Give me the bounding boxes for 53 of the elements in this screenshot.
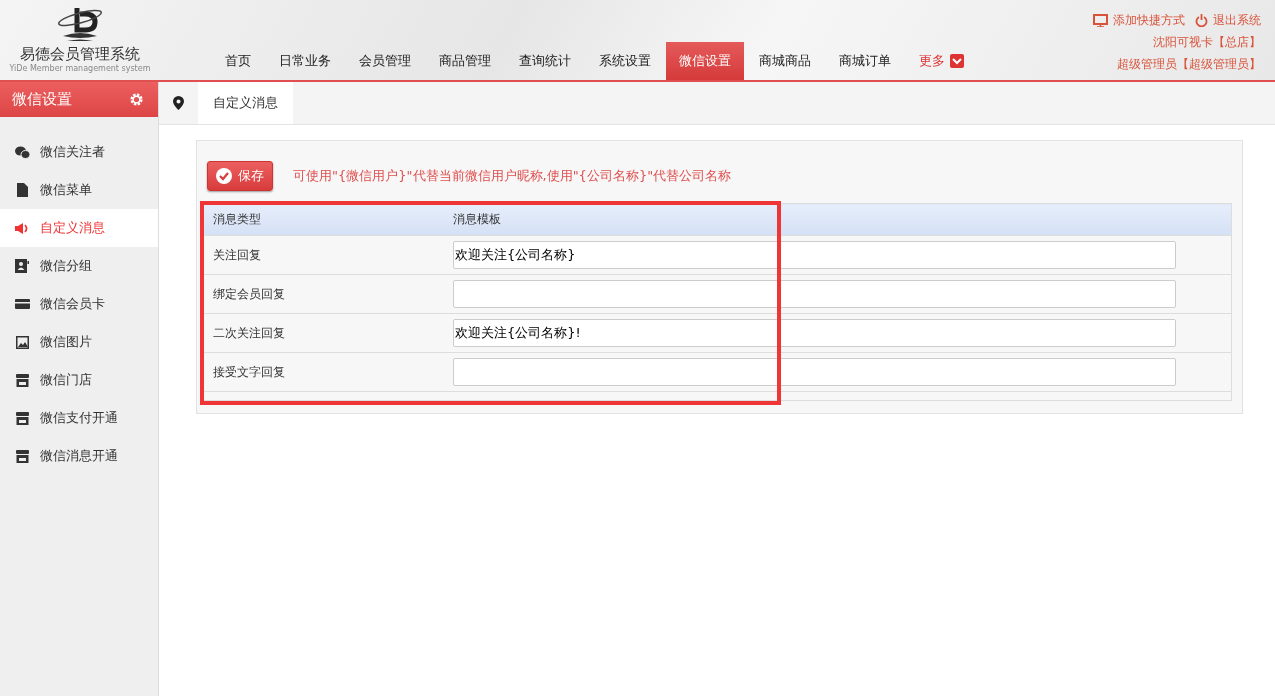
shortcut-link[interactable]: 添加快捷方式 bbox=[1093, 12, 1185, 29]
settings-icon[interactable] bbox=[129, 92, 144, 107]
template-field[interactable] bbox=[453, 280, 1176, 308]
template-field[interactable]: 欢迎关注{公司名称}! bbox=[453, 319, 1176, 347]
nav-tab[interactable]: 商品管理 bbox=[426, 42, 504, 80]
save-button[interactable]: 保存 bbox=[207, 161, 273, 191]
nav-tab[interactable]: 商城订单 bbox=[826, 42, 904, 80]
page-tab[interactable]: 自定义消息 bbox=[198, 82, 293, 124]
store-icon bbox=[14, 411, 30, 425]
location-pin-icon bbox=[173, 96, 184, 110]
sidebar-item[interactable]: 微信门店 bbox=[0, 361, 158, 399]
sidebar-item[interactable]: 微信消息开通 bbox=[0, 437, 158, 475]
chevron-down-icon bbox=[950, 54, 964, 68]
table-cell: 关注回复 bbox=[202, 235, 443, 275]
sidebar-item[interactable]: 微信支付开通 bbox=[0, 399, 158, 437]
sidebar-item[interactable]: 微信菜单 bbox=[0, 171, 158, 209]
logo-subtitle: YiDe Member management system bbox=[9, 64, 151, 73]
user-name: 超级管理员【超级管理员】 bbox=[1117, 56, 1261, 73]
sidebar-item[interactable]: 自定义消息 bbox=[0, 209, 158, 247]
store-icon bbox=[14, 373, 30, 387]
column-header: 消息类型 bbox=[202, 203, 443, 236]
sidebar-title: 微信设置 bbox=[12, 90, 72, 109]
nav-tab[interactable]: 日常业务 bbox=[266, 42, 344, 80]
image-icon bbox=[15, 335, 29, 349]
sidebar-item[interactable]: 微信图片 bbox=[0, 323, 158, 361]
sidebar-item[interactable]: 微信会员卡 bbox=[0, 285, 158, 323]
card-icon bbox=[14, 299, 30, 309]
column-header: 消息模板 bbox=[443, 203, 1186, 236]
table-cell: 接受文字回复 bbox=[202, 352, 443, 392]
sidebar-item[interactable]: 微信关注者 bbox=[0, 133, 158, 171]
monitor-icon bbox=[1093, 14, 1108, 27]
nav-tab[interactable]: 首页 bbox=[212, 42, 264, 80]
nav-tab[interactable]: 商城商品 bbox=[746, 42, 824, 80]
chat-icon bbox=[14, 145, 30, 159]
store-icon bbox=[14, 449, 30, 463]
nav-tab[interactable]: 微信设置 bbox=[666, 42, 744, 80]
nav-tab[interactable]: 查询统计 bbox=[506, 42, 584, 80]
nav-tab[interactable]: 系统设置 bbox=[586, 42, 664, 80]
file-icon bbox=[16, 183, 28, 197]
template-field[interactable] bbox=[453, 358, 1176, 386]
template-field[interactable]: 欢迎关注{公司名称} bbox=[453, 241, 1176, 269]
sidebar-item[interactable]: 微信分组 bbox=[0, 247, 158, 285]
check-circle-icon bbox=[216, 168, 232, 184]
nav-tab[interactable]: 会员管理 bbox=[346, 42, 424, 80]
logo-title: 易德会员管理系统 bbox=[20, 45, 140, 64]
power-icon bbox=[1195, 14, 1208, 27]
table-cell: 绑定会员回复 bbox=[202, 274, 443, 314]
hint-text: 可使用"{微信用户}"代替当前微信用户昵称,使用"{公司名称}"代替公司名称 bbox=[293, 167, 732, 185]
table-cell: 二次关注回复 bbox=[202, 313, 443, 353]
speaker-icon bbox=[14, 222, 30, 234]
contacts-icon bbox=[15, 259, 29, 273]
store-name: 沈阳可视卡【总店】 bbox=[1153, 34, 1261, 51]
nav-tab[interactable]: 更多 bbox=[906, 42, 977, 80]
